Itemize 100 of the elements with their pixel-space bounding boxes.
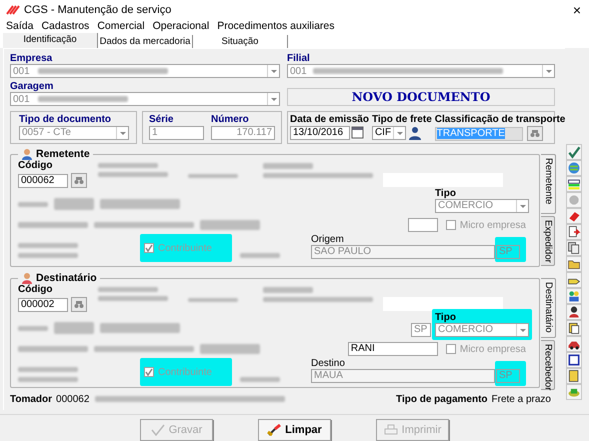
documents-icon[interactable] [566, 240, 582, 256]
blurred-text [18, 253, 78, 258]
menu-item[interactable]: Operacional [152, 21, 210, 32]
field-label: Tomador [10, 392, 52, 406]
field-label: Tipo de documento [19, 114, 112, 125]
blurred-text [188, 298, 238, 302]
blurred-text [98, 296, 168, 301]
field-label: Origem [311, 234, 345, 245]
input-field[interactable] [383, 297, 503, 311]
menu-item[interactable]: Cadastros [41, 21, 90, 32]
blurred-text [98, 287, 158, 292]
action-button[interactable]: Limpar [258, 419, 331, 441]
input-field[interactable] [408, 218, 438, 232]
field-label: Série [149, 114, 174, 125]
field-label: Tipo de pagamento [396, 392, 488, 406]
calendar-icon[interactable] [351, 126, 364, 139]
field-value: Frete a prazo [492, 392, 551, 406]
broom-icon [267, 424, 282, 436]
binoculars-icon [530, 130, 540, 138]
checkbox-label: Micro empresa [460, 218, 526, 232]
input-field[interactable]: 000002 [18, 298, 68, 312]
binoculars-icon [74, 300, 84, 308]
check-icon [150, 424, 165, 436]
checkbox[interactable] [144, 367, 154, 377]
group-title: Destinatário [36, 272, 97, 284]
field-label: Classificação de transporte [434, 114, 566, 125]
field-label: Destino [311, 358, 346, 369]
input-field[interactable]: 000062 [18, 174, 68, 188]
person-icon[interactable] [566, 304, 582, 320]
search-button[interactable] [526, 126, 543, 141]
checkbox[interactable] [446, 344, 456, 354]
blurred-text [54, 322, 94, 334]
tab[interactable]: Destinatário [541, 278, 556, 338]
tab[interactable]: Dados da mercadoria [98, 35, 193, 48]
blurred-text [263, 287, 313, 293]
field-label: Empresa [10, 53, 54, 64]
input-field[interactable]: 1 [149, 126, 204, 140]
input-field[interactable]: RANI [348, 342, 438, 356]
blurred-text [240, 253, 280, 258]
check-icon[interactable] [566, 144, 582, 160]
car-icon[interactable] [566, 336, 582, 352]
blurred-text [18, 222, 88, 228]
person-icon [21, 272, 33, 284]
person-icon[interactable] [408, 126, 422, 140]
blurred-text [54, 198, 94, 210]
dropdown[interactable]: CIF [372, 126, 406, 140]
caret-icon [267, 93, 279, 105]
status-banner: NOVO DOCUMENTO [287, 88, 555, 106]
caret-icon [267, 65, 279, 77]
field-label: Código [18, 160, 54, 171]
blurred-text [18, 377, 78, 382]
search-button[interactable] [71, 297, 87, 312]
blurred-text [18, 367, 78, 372]
tab[interactable]: Identificação [3, 33, 98, 48]
people-icon[interactable] [566, 288, 582, 304]
checkbox[interactable] [446, 220, 456, 230]
blurred-text [18, 326, 48, 330]
document-icon[interactable] [566, 368, 582, 384]
blurred-text [18, 202, 48, 206]
caret-icon [392, 127, 405, 139]
blurred-text [263, 163, 313, 169]
folder-icon[interactable] [566, 256, 582, 272]
checkbox-label: Contribuinte [158, 242, 212, 256]
menu-item[interactable]: Saída [6, 21, 34, 32]
documents-icon[interactable] [566, 320, 582, 336]
blurred-text [188, 174, 238, 178]
blurred-text [200, 220, 260, 230]
tab[interactable]: Remetente [541, 154, 556, 214]
caret-icon [516, 324, 528, 336]
field-label: Garagem [10, 81, 54, 92]
close-button[interactable]: × [570, 3, 583, 17]
binoculars-icon [74, 176, 84, 184]
blurred-text [98, 163, 158, 168]
caret-icon [116, 127, 128, 139]
flag-icon[interactable] [566, 176, 582, 192]
field-label: Data de emissão [290, 114, 369, 125]
person-icon [21, 148, 33, 160]
field-label: Tipo de frete [372, 114, 432, 125]
caret-icon [542, 65, 554, 77]
checkbox-label: Micro empresa [460, 342, 526, 356]
input-field[interactable]: 13/10/2016 [290, 126, 350, 140]
field-label: Tipo [435, 188, 457, 199]
printer-icon [384, 424, 398, 436]
blurred-text [18, 346, 88, 352]
checkbox-label: Contribuinte [158, 366, 212, 380]
blurred-text [240, 377, 280, 382]
menu-item[interactable]: Procedimentos auxiliares [217, 21, 335, 32]
search-button[interactable] [71, 173, 87, 188]
field-label: Código [18, 284, 54, 295]
group-title: Remetente [36, 148, 90, 160]
caret-icon [516, 200, 528, 212]
blurred-text [18, 243, 78, 248]
eraser-icon[interactable] [566, 208, 582, 224]
tab[interactable]: Expedidor [541, 216, 555, 266]
checkbox[interactable] [144, 243, 154, 253]
field-label: Filial [287, 53, 311, 64]
menu-item[interactable]: Comercial [97, 21, 145, 32]
logo-icon [6, 5, 20, 15]
tab[interactable]: Recebedor [541, 340, 555, 390]
field-value: 000062 [56, 392, 90, 406]
